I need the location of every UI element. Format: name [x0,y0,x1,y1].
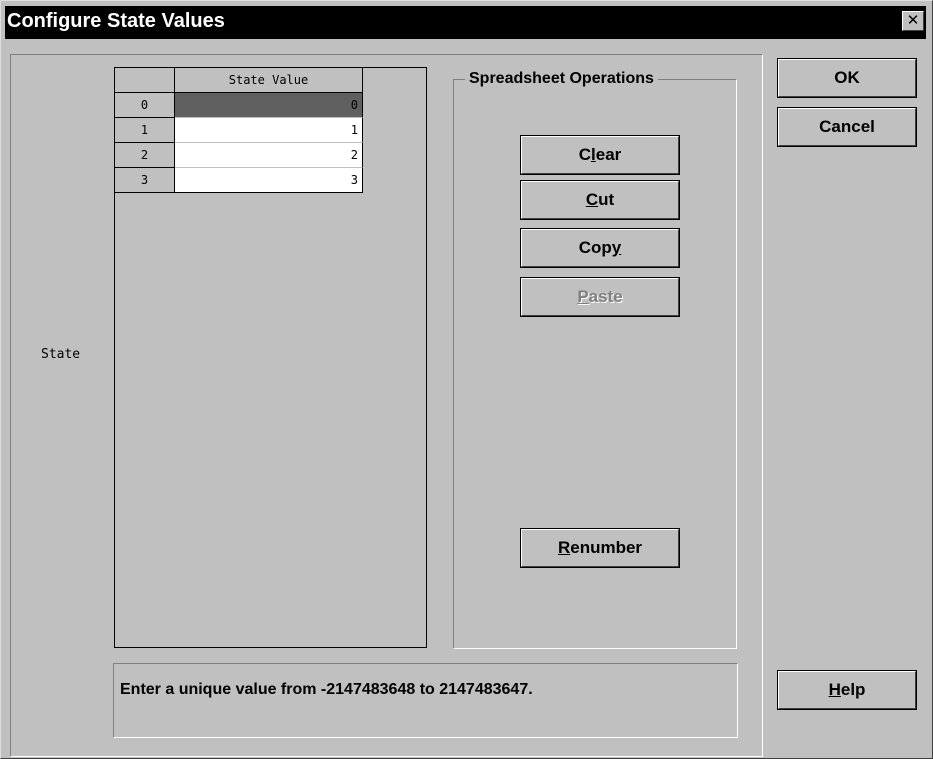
state-value-cell-0[interactable]: 0 [175,93,363,118]
row-header-2[interactable]: 2 [115,143,175,168]
title-bar: Configure State Values ✕ [5,6,926,39]
state-value-cell-2[interactable]: 2 [175,143,363,168]
state-value-cell-1[interactable]: 1 [175,118,363,143]
state-values-grid[interactable]: State Value 0 0 1 1 2 2 3 3 [114,67,427,648]
spreadsheet-operations-label: Spreadsheet Operations [465,70,658,88]
cut-button[interactable]: Cut [520,180,680,220]
window-title: Configure State Values [7,10,225,32]
clear-button[interactable]: Cl ear [520,135,680,175]
cancel-button[interactable]: Cancel [777,107,917,147]
configure-state-values-dialog: Configure State Values ✕ State State Val… [0,0,933,759]
state-label: State [41,347,81,362]
state-value-cell-3[interactable]: 3 [175,168,363,193]
ok-button[interactable]: OK [777,58,917,98]
help-button[interactable]: Help [777,670,917,710]
close-icon: ✕ [906,12,920,29]
row-header-3[interactable]: 3 [115,168,175,193]
paste-button[interactable]: Paste [520,277,680,317]
row-header-1[interactable]: 1 [115,118,175,143]
row-header-0[interactable]: 0 [115,93,175,118]
column-header-state-value[interactable]: State Value [175,68,363,93]
status-message-box: Enter a unique value from -2147483648 to… [113,663,738,738]
status-message: Enter a unique value from -2147483648 to… [120,681,533,698]
grid-corner-header[interactable] [115,68,175,93]
close-button[interactable]: ✕ [902,11,924,31]
renumber-button[interactable]: Renumber [520,528,680,568]
copy-button[interactable]: Cop y [520,228,680,268]
